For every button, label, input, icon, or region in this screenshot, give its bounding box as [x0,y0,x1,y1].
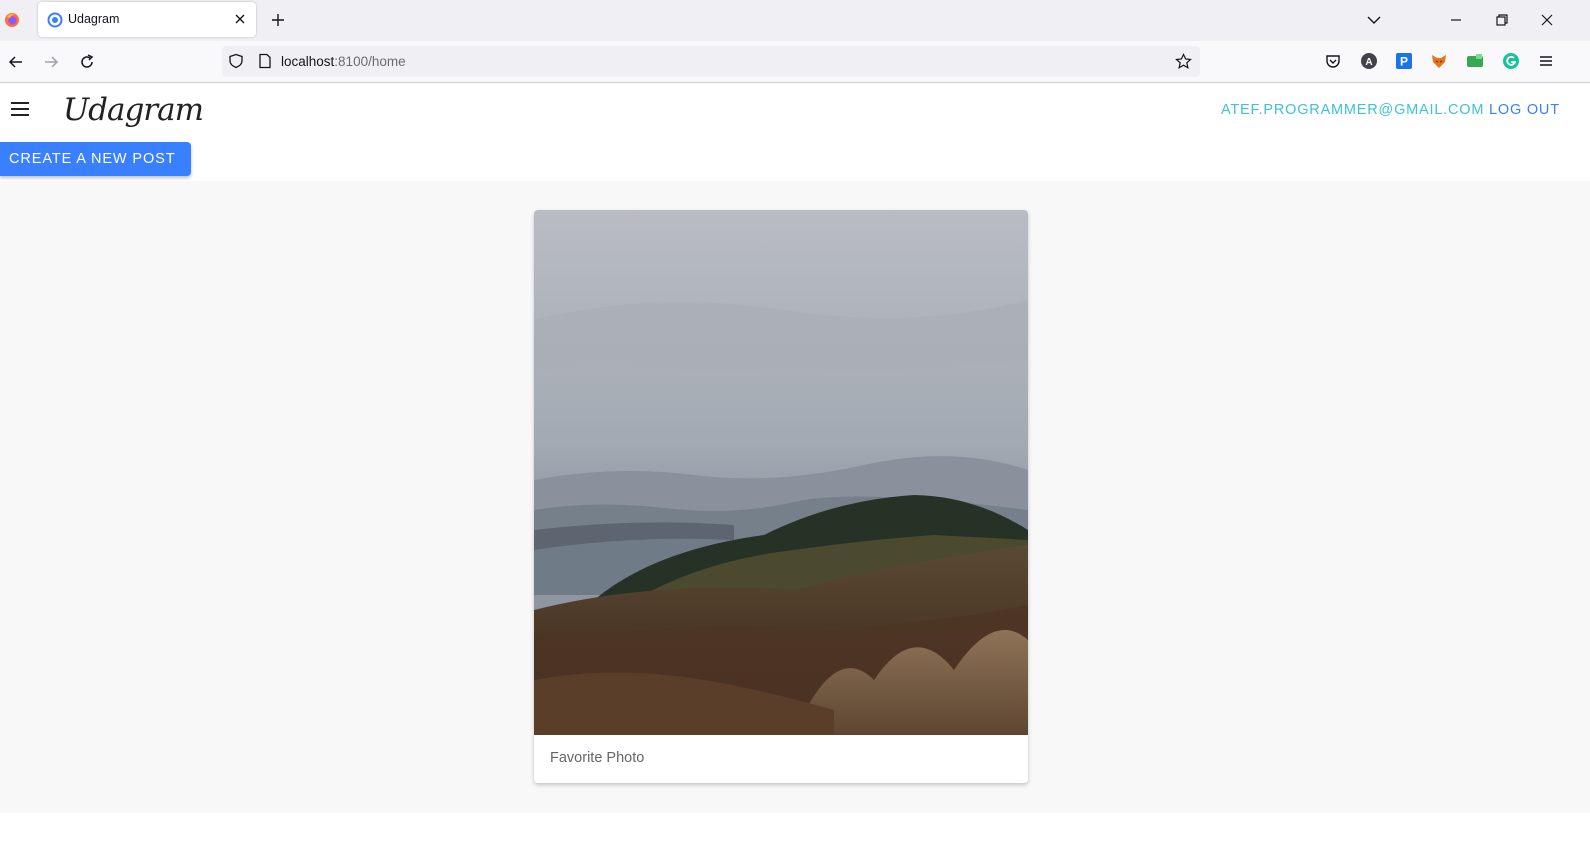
browser-nav-bar: localhost:8100/home A P [0,41,1590,83]
extension-green-icon[interactable] [1466,52,1484,70]
url-text[interactable]: localhost:8100/home [281,54,406,69]
new-tab-icon[interactable] [270,12,286,28]
post-card[interactable]: Favorite Photo [534,210,1028,783]
bookmark-star-icon[interactable] [1175,53,1192,70]
action-row: CREATE A NEW POST [0,137,1590,181]
create-new-post-button[interactable]: CREATE A NEW POST [0,142,191,176]
back-arrow-icon[interactable] [7,53,25,71]
url-bar[interactable]: localhost:8100/home [222,46,1200,77]
firefox-logo-icon[interactable] [4,12,20,28]
minimize-icon[interactable] [1446,10,1466,30]
restore-icon[interactable] [1492,10,1512,30]
tab-title: Udagram [68,12,120,26]
browser-tab-bar: Udagram [0,0,1590,41]
reload-icon[interactable] [78,53,96,71]
post-image [534,210,1028,735]
svg-text:P: P [1400,55,1408,69]
url-path: :8100/home [334,54,406,69]
page-info-icon[interactable] [257,53,273,69]
url-host: localhost [281,54,335,69]
tab-favicon-icon [47,12,63,28]
extension-p-icon[interactable]: P [1395,52,1413,70]
grammarly-icon[interactable] [1502,52,1520,70]
brand-logo: Udagram [63,92,204,128]
account-icon[interactable]: A [1360,52,1378,70]
list-all-tabs-icon[interactable] [1366,12,1382,28]
user-email-link[interactable]: ATEF.PROGRAMMER@GMAIL.COM [1221,102,1484,118]
logout-button[interactable]: LOG OUT [1489,102,1560,118]
app-menu-icon[interactable] [1537,52,1555,70]
browser-tab-active[interactable]: Udagram [38,2,256,37]
tracking-shield-icon[interactable] [228,53,244,69]
extension-fox-icon[interactable] [1430,52,1448,70]
window-close-icon[interactable] [1537,10,1557,30]
feed-content: Favorite Photo [0,181,1590,813]
tab-close-icon[interactable] [233,12,247,26]
post-caption: Favorite Photo [550,750,645,766]
hamburger-menu-icon[interactable] [10,100,30,118]
svg-text:A: A [1365,57,1372,68]
pocket-icon[interactable] [1324,52,1342,70]
forward-arrow-icon[interactable] [42,53,60,71]
app-header: Udagram ATEF.PROGRAMMER@GMAIL.COM LOG OU… [0,83,1590,137]
